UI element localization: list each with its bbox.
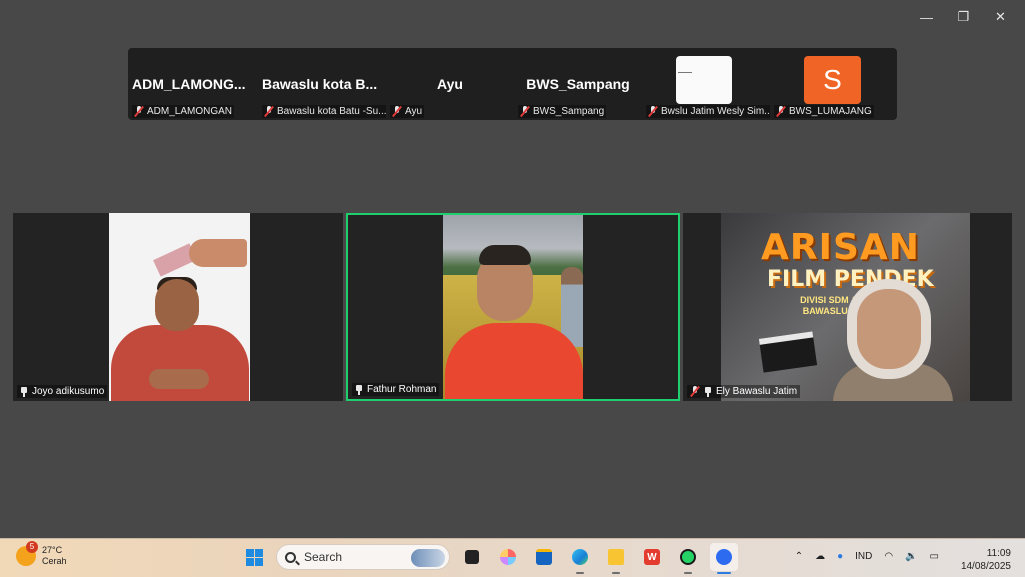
search-highlight-image <box>411 549 445 567</box>
start-button[interactable] <box>240 543 268 571</box>
language-indicator[interactable]: IND <box>855 551 872 562</box>
store-button[interactable] <box>530 543 558 571</box>
participant-tile[interactable]: BWS_Sampang BWS_Sampang <box>514 48 642 120</box>
date: 14/08/2025 <box>960 561 1011 572</box>
pin-icon <box>20 386 28 397</box>
wps-icon: W <box>644 549 660 565</box>
clock[interactable]: 11:09 14/08/2025 <box>961 547 1011 573</box>
microphone-icon[interactable]: ● <box>837 551 843 562</box>
participant-video <box>109 213 250 401</box>
muted-mic-icon <box>690 386 700 397</box>
task-view-icon <box>465 550 479 564</box>
participant-label-text: BWS_LUMAJANG <box>789 106 872 117</box>
participant-name: Fathur Rohman <box>367 384 437 395</box>
minimize-button[interactable]: — <box>908 6 945 28</box>
participant-label: Bawaslu kota Batu -Su... <box>262 105 386 118</box>
search-icon <box>285 551 296 563</box>
participant-label-text: Bwslu Jatim Wesly Sim... <box>661 106 770 117</box>
volume-icon[interactable]: 🔉 <box>905 551 917 562</box>
chevron-up-icon[interactable]: ⌃ <box>795 551 803 562</box>
clapperboard-icon <box>758 331 818 373</box>
wifi-icon[interactable]: ◠ <box>884 551 893 562</box>
search-placeholder: Search <box>304 550 343 564</box>
participant-label: Joyo adikusumo <box>17 385 108 398</box>
zoom-button[interactable] <box>710 543 738 574</box>
folder-icon <box>608 549 624 565</box>
participant-label: BWS_LUMAJANG <box>774 105 874 118</box>
time: 11:09 <box>986 548 1011 559</box>
participant-label-text: Bawaslu kota Batu -Su... <box>277 106 386 117</box>
video-tile-ely[interactable]: ARISAN FILM PENDEK DIVISI SDM & O... ASI… <box>683 213 1012 401</box>
video-tile-joyo[interactable]: Joyo adikusumo <box>13 213 343 401</box>
participant-tile[interactable]: BWS_LUMAJANG <box>770 48 898 120</box>
pin-icon <box>355 384 363 395</box>
participant-video: ARISAN FILM PENDEK DIVISI SDM & O... ASI… <box>721 213 970 401</box>
participant-label: Ayu <box>390 105 425 118</box>
muted-mic-icon <box>520 106 530 117</box>
muted-mic-icon <box>392 106 402 117</box>
task-view-button[interactable] <box>458 543 486 571</box>
participant-label-text: ADM_LAMONGAN <box>147 106 233 117</box>
weather-widget[interactable]: 5 27°C Cerah <box>16 541 67 567</box>
wps-office-button[interactable]: W <box>638 543 666 571</box>
onedrive-icon[interactable]: ☁ <box>815 551 825 562</box>
store-icon <box>536 549 552 565</box>
video-tile-fathur[interactable]: Fathur Rohman <box>346 213 680 401</box>
muted-mic-icon <box>264 106 274 117</box>
taskbar: 5 27°C Cerah Search W ⌃ ☁ ● IND ◠ 🔉 ▭ 11:… <box>0 538 1025 577</box>
participant-tile[interactable]: ADM_LAMONG... ADM_LAMONGAN <box>128 48 256 120</box>
participant-name-large: Bawaslu kota B... <box>262 76 378 92</box>
weather-sun-icon: 5 <box>16 541 38 566</box>
muted-mic-icon <box>648 106 658 117</box>
system-tray: ⌃ ☁ ● IND ◠ 🔉 ▭ <box>795 551 939 562</box>
participant-tile[interactable]: Bawaslu kota B... Bawaslu kota Batu -Su.… <box>258 48 386 120</box>
pin-icon <box>704 386 712 397</box>
copilot-icon <box>500 549 516 565</box>
edge-icon <box>572 549 588 565</box>
participant-label: Bwslu Jatim Wesly Sim... <box>646 105 770 118</box>
participant-label-text: BWS_Sampang <box>533 106 605 117</box>
participant-name-large: ADM_LAMONG... <box>132 76 246 92</box>
participant-label: BWS_Sampang <box>518 105 607 118</box>
virtual-background-subtitle: FILM PENDEK <box>767 267 934 292</box>
whatsapp-button[interactable] <box>674 543 702 574</box>
participant-name-large: BWS_Sampang <box>526 76 630 92</box>
battery-icon[interactable]: ▭ <box>930 551 939 562</box>
notification-badge: 5 <box>26 541 38 553</box>
participant-label-text: Ayu <box>405 106 423 117</box>
restore-button[interactable]: ❐ <box>945 6 982 28</box>
participant-label: Fathur Rohman <box>352 383 440 396</box>
weather-condition: Cerah <box>42 556 67 566</box>
participant-name: Ely Bawaslu Jatim <box>716 386 798 397</box>
whatsapp-icon <box>680 549 696 565</box>
participant-name-large: Ayu <box>437 76 463 92</box>
muted-mic-icon <box>134 106 144 117</box>
taskbar-search[interactable]: Search <box>276 544 450 570</box>
participant-video <box>443 215 583 399</box>
participant-tile[interactable]: Bwslu Jatim Wesly Sim... <box>642 48 770 120</box>
zoom-icon <box>716 549 732 565</box>
window-controls: — ❐ ✕ <box>908 6 1019 28</box>
edge-button[interactable] <box>566 543 594 574</box>
file-explorer-button[interactable] <box>602 543 630 574</box>
virtual-background-title: ARISAN <box>761 227 920 268</box>
participant-tile[interactable]: Ayu Ayu <box>386 48 514 120</box>
participant-label: ADM_LAMONGAN <box>132 105 235 118</box>
muted-mic-icon <box>776 106 786 117</box>
windows-icon <box>245 548 263 566</box>
copilot-button[interactable] <box>494 543 522 571</box>
close-button[interactable]: ✕ <box>982 6 1019 28</box>
participant-strip: ADM_LAMONG... ADM_LAMONGAN Bawaslu kota … <box>128 48 897 120</box>
participant-label: Ely Bawaslu Jatim <box>687 385 801 398</box>
temperature: 27°C <box>42 545 63 555</box>
participant-name: Joyo adikusumo <box>32 386 105 397</box>
